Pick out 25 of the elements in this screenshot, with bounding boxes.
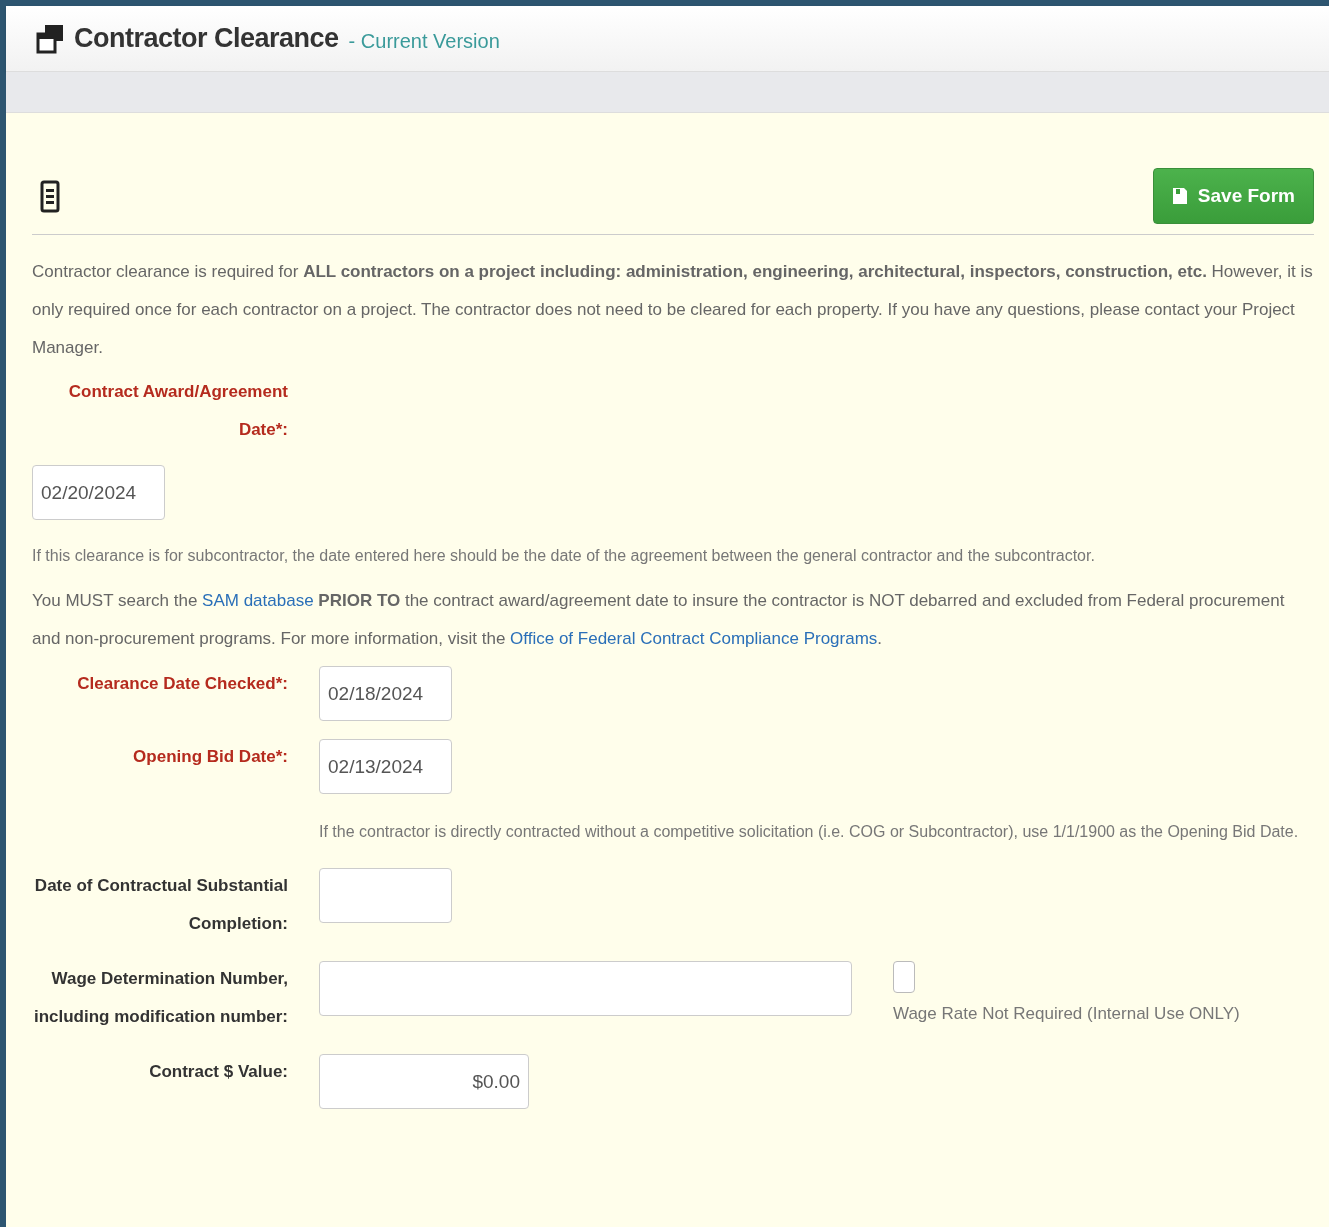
input-field[interactable]: 02/20/2024: [32, 465, 165, 520]
field-label: Contract Award/Agreement Date*:: [67, 381, 288, 441]
intro-paragraph: Contractor clearance is required for ALL contractors on a project including: administration, engineering, architectural, inspectors, construction, etc. However, it is only required once for each contractor on a project. The contractor does not need to be cleared for each property. If you have any questions, please contact your Project Manager.: [32, 261, 1314, 359]
page-subtitle: - Current Version: [348, 28, 500, 54]
input-field[interactable]: 02/13/2024: [319, 739, 452, 794]
link[interactable]: SAM database: [202, 591, 314, 610]
windows-icon: [36, 23, 64, 54]
field-label: Clearance Date Checked*:: [77, 673, 288, 695]
help-text: If the contractor is directly contracted without a competitive solicitation (i.e. COG or Subcontractor), use 1/1/1900 as the Opening Bid Date.: [319, 822, 1300, 842]
field-label: Contract $ Value:: [149, 1061, 288, 1083]
link[interactable]: Office of Federal Contract Compliance Programs: [510, 629, 878, 648]
field-label: Date of Contractual Substantial Completion:: [33, 875, 288, 935]
input-field[interactable]: 02/18/2024: [319, 666, 452, 721]
input-field[interactable]: $0.00: [319, 1054, 529, 1109]
input-field[interactable]: [319, 868, 452, 923]
save-icon: [1171, 187, 1188, 205]
sam-notice: You MUST search the SAM database PRIOR TO the contract award/agreement date to insure the contractor is NOT debarred and excluded from Federal procurement and non-procurement programs. For more information, visit the Office of Federal Contract Compliance Programs.: [32, 590, 1286, 650]
page-title: Contractor Clearance: [74, 22, 339, 56]
input-field[interactable]: [319, 961, 852, 1016]
field-label: Wage Determination Number, including modification number:: [32, 968, 288, 1028]
checkbox[interactable]: [893, 961, 915, 993]
document-icon: [40, 179, 60, 213]
checkbox-label: Wage Rate Not Required (Internal Use ONLY): [893, 1003, 1240, 1025]
help-text: If this clearance is for subcontractor, the date entered here should be the date of the agreement between the general contractor and the subcontractor.: [32, 546, 1096, 566]
field-label: Opening Bid Date*:: [133, 746, 288, 768]
